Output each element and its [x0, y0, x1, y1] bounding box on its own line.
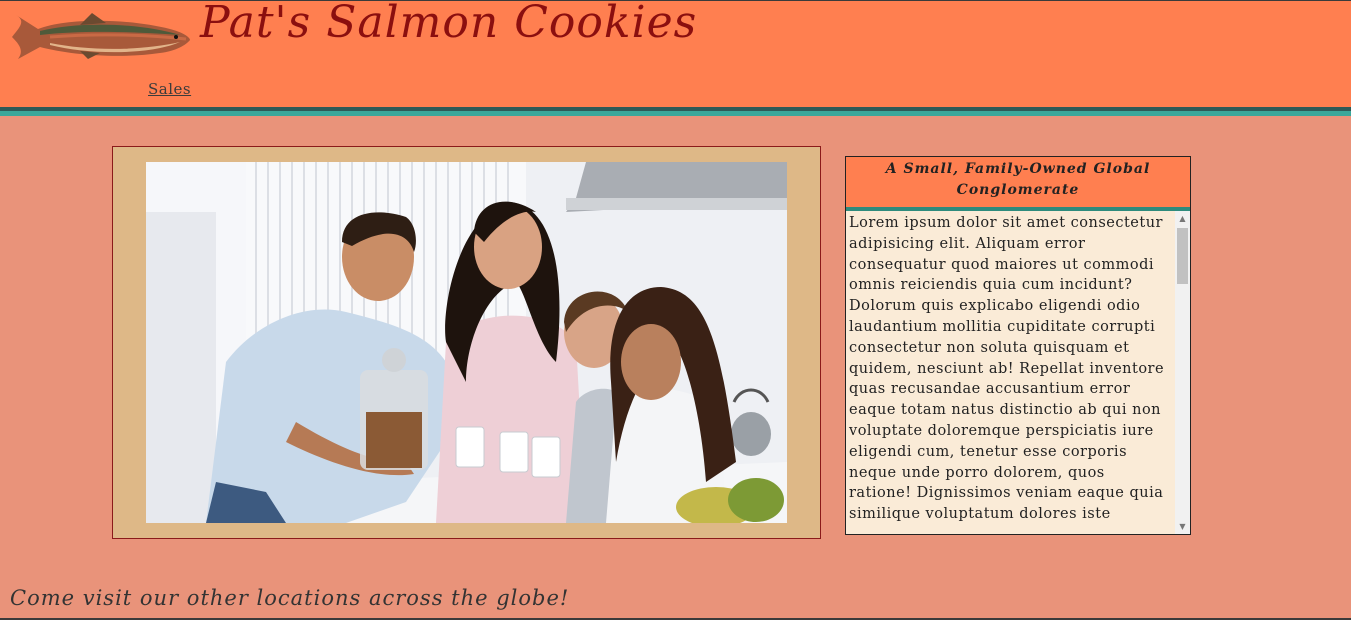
sidebar-panel: A Small, Family-Owned Global Conglomerat… — [845, 156, 1191, 535]
family-photo — [146, 162, 787, 523]
scroll-up-arrow-icon[interactable]: ▲ — [1175, 211, 1190, 226]
site-header: Pat's Salmon Cookies Sales — [0, 1, 1351, 107]
sidebar-scroll-area[interactable]: Lorem ipsum dolor sit amet consectetur a… — [846, 211, 1190, 534]
sidebar-scrollbar[interactable]: ▲ ▼ — [1175, 211, 1190, 534]
footer-text: Come visit our other locations across th… — [10, 586, 570, 610]
scroll-down-arrow-icon[interactable]: ▼ — [1175, 519, 1190, 534]
nav-link-sales[interactable]: Sales — [148, 80, 191, 98]
site-title: Pat's Salmon Cookies — [200, 0, 698, 48]
sidebar-heading: A Small, Family-Owned Global Conglomerat… — [846, 157, 1190, 211]
header-divider-accent — [0, 111, 1351, 116]
page: Pat's Salmon Cookies Sales A Small, Fami… — [0, 0, 1351, 620]
scroll-thumb[interactable] — [1177, 228, 1188, 284]
sidebar-body-text: Lorem ipsum dolor sit amet consectetur a… — [849, 215, 1165, 523]
photo-frame — [112, 146, 821, 539]
salmon-fish-icon — [12, 13, 190, 59]
